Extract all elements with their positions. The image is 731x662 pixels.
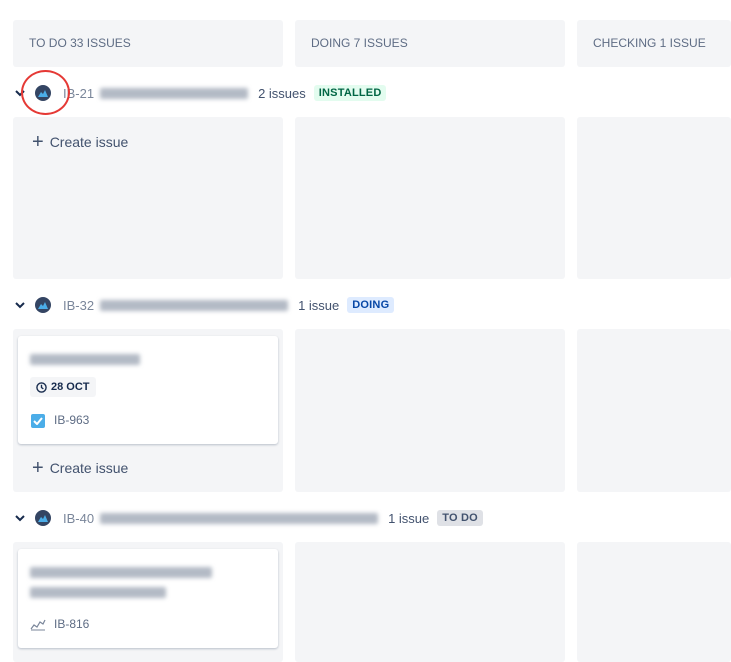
improvement-icon bbox=[30, 617, 46, 636]
lane-cell-checking bbox=[577, 117, 731, 279]
status-badge: DOING bbox=[347, 297, 395, 313]
clock-icon bbox=[36, 381, 47, 393]
swimlane-header[interactable]: IB-32 1 issue DOING bbox=[0, 293, 395, 317]
swimlane-header[interactable]: IB-40 1 issue TO DO bbox=[0, 506, 483, 530]
due-date-badge: 28 OCT bbox=[30, 377, 96, 397]
create-issue-label: Create issue bbox=[49, 134, 129, 150]
swimlane-issue-count: 1 issue bbox=[298, 297, 340, 313]
column-title: CHECKING 1 ISSUE bbox=[593, 36, 706, 50]
column-title: DOING 7 ISSUES bbox=[311, 36, 408, 50]
plus-icon: + bbox=[32, 457, 44, 479]
issue-key[interactable]: IB-816 bbox=[54, 617, 89, 631]
swimlane-issue-count: 2 issues bbox=[258, 85, 306, 101]
task-icon bbox=[31, 414, 45, 428]
create-issue-button[interactable]: + Create issue bbox=[32, 131, 129, 153]
chevron-down-icon[interactable] bbox=[15, 301, 29, 309]
redacted-card-title bbox=[30, 567, 212, 578]
lane-cell-doing bbox=[295, 117, 565, 279]
lane-cell-doing bbox=[295, 329, 565, 492]
lane-cell-checking bbox=[577, 542, 731, 662]
epic-icon bbox=[35, 510, 51, 526]
redacted-summary bbox=[100, 512, 379, 524]
column-header-checking[interactable]: CHECKING 1 ISSUE bbox=[577, 20, 731, 67]
create-issue-button[interactable]: + Create issue bbox=[32, 457, 129, 479]
annotation-circle bbox=[21, 70, 70, 115]
lane-cell-doing bbox=[295, 542, 565, 662]
redacted-summary bbox=[100, 299, 289, 311]
create-issue-label: Create issue bbox=[49, 460, 129, 476]
issue-card[interactable]: IB-816 bbox=[18, 549, 278, 648]
epic-icon bbox=[35, 297, 51, 313]
column-title: TO DO 33 ISSUES bbox=[29, 36, 131, 50]
swimlane-key[interactable]: IB-40 bbox=[63, 511, 94, 526]
redacted-summary bbox=[100, 87, 249, 99]
status-badge: INSTALLED bbox=[313, 85, 387, 101]
column-header-todo[interactable]: TO DO 33 ISSUES bbox=[13, 20, 283, 67]
swimlane-issue-count: 1 issue bbox=[388, 510, 430, 526]
status-badge: TO DO bbox=[437, 510, 483, 526]
redacted-card-title bbox=[30, 354, 140, 365]
swimlane-key[interactable]: IB-32 bbox=[63, 298, 94, 313]
chevron-down-icon[interactable] bbox=[15, 514, 29, 522]
column-header-doing[interactable]: DOING 7 ISSUES bbox=[295, 20, 565, 67]
plus-icon: + bbox=[32, 131, 44, 153]
issue-card[interactable]: 28 OCT IB-963 bbox=[18, 336, 278, 444]
issue-key[interactable]: IB-963 bbox=[54, 413, 89, 427]
lane-cell-checking bbox=[577, 329, 731, 492]
redacted-card-title bbox=[30, 587, 166, 598]
due-date-text: 28 OCT bbox=[51, 381, 90, 393]
